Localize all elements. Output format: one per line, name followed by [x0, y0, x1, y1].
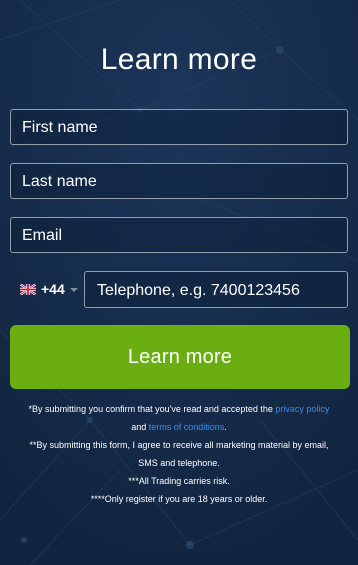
legal-line-5: ***All Trading carries risk. [128, 476, 230, 486]
legal-disclaimer: *By submitting you confirm that you've r… [0, 400, 358, 508]
telephone-input[interactable]: Telephone, e.g. 7400123456 [84, 271, 348, 308]
country-code-label: +44 [41, 281, 65, 297]
legal-line-2-text: and [131, 422, 149, 432]
country-code-select[interactable]: +44 [10, 271, 82, 308]
form-title: Learn more [100, 43, 258, 76]
chevron-down-icon [70, 288, 78, 292]
uk-flag-icon [20, 284, 36, 295]
terms-link[interactable]: terms of conditions [149, 422, 225, 432]
legal-line-4: SMS and telephone. [138, 458, 220, 468]
privacy-policy-link[interactable]: privacy policy [275, 404, 329, 414]
phone-row: +44 Telephone, e.g. 7400123456 [10, 271, 348, 308]
learn-more-button[interactable]: Learn more [10, 325, 350, 389]
legal-line-1-text: *By submitting you confirm that you've r… [28, 404, 276, 414]
legal-line-3: **By submitting this form, I agree to re… [29, 440, 329, 450]
legal-line-2: and terms of conditions. [0, 418, 358, 436]
legal-line-1: *By submitting you confirm that you've r… [0, 400, 358, 418]
lead-form: Learn more First name Last name Email +4… [0, 0, 358, 565]
legal-line-2-suffix: . [224, 422, 227, 432]
email-input[interactable]: Email [10, 217, 348, 253]
last-name-input[interactable]: Last name [10, 163, 348, 199]
first-name-input[interactable]: First name [10, 109, 348, 145]
legal-line-6: ****Only register if you are 18 years or… [90, 494, 268, 504]
